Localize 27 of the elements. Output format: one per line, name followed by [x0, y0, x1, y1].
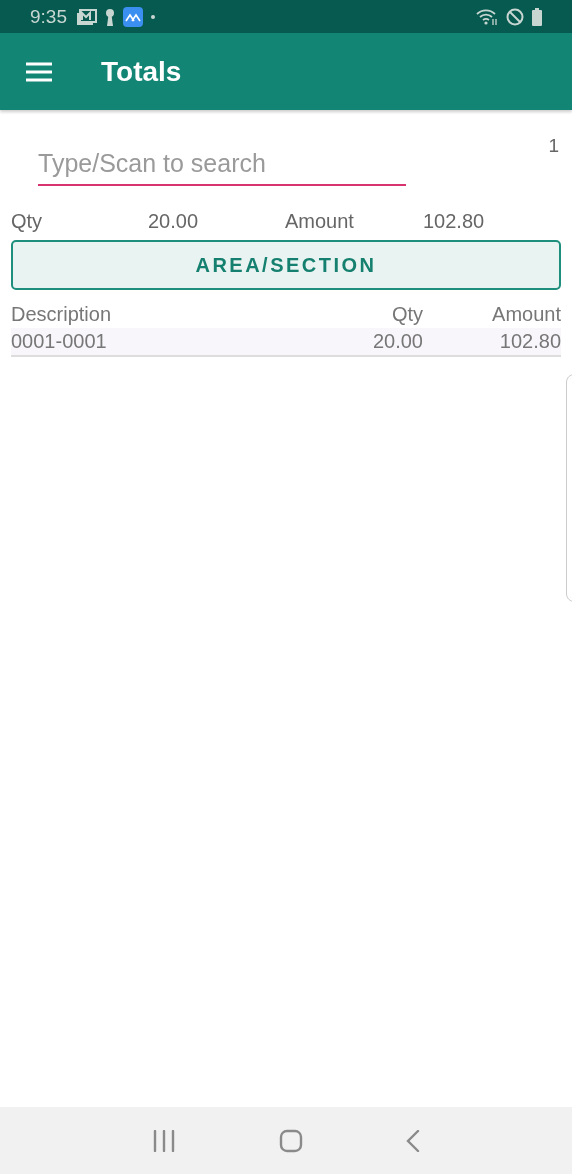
search-field[interactable]: Type/Scan to search: [38, 135, 406, 186]
battery-icon: [532, 7, 542, 26]
table-cell-text: 20.00: [371, 330, 423, 353]
keyhole-icon: [105, 7, 115, 26]
dot-icon: [151, 14, 155, 19]
column-header: Amount: [491, 303, 561, 326]
qty-total: 20.00: [148, 209, 200, 233]
column-header: Qty: [390, 303, 423, 326]
amount-total: 102.80: [423, 209, 485, 233]
gallery-icon: [77, 8, 97, 25]
screen-title: Totals: [101, 55, 182, 88]
recent-apps-icon[interactable]: [151, 1129, 176, 1152]
wifi-icon: [476, 7, 498, 26]
column-header: Description: [11, 303, 113, 326]
app-icon: [123, 6, 143, 27]
table-cell-text: 102.80: [498, 330, 561, 353]
item-count: 1: [548, 135, 559, 157]
amount-label: Amount: [285, 209, 355, 233]
area-section-button[interactable]: AREA/SECTION: [11, 240, 561, 290]
back-icon[interactable]: [406, 1129, 421, 1152]
clock-time: 9:35: [30, 5, 67, 28]
qty-label: Qty: [11, 209, 44, 233]
table-cell-text: 0001-0001: [11, 330, 108, 353]
menu-icon[interactable]: [25, 61, 53, 82]
home-icon[interactable]: [279, 1128, 303, 1153]
do-not-disturb-icon: [506, 7, 524, 26]
table-row[interactable]: 0001-0001 20.00 102.80: [11, 328, 561, 357]
